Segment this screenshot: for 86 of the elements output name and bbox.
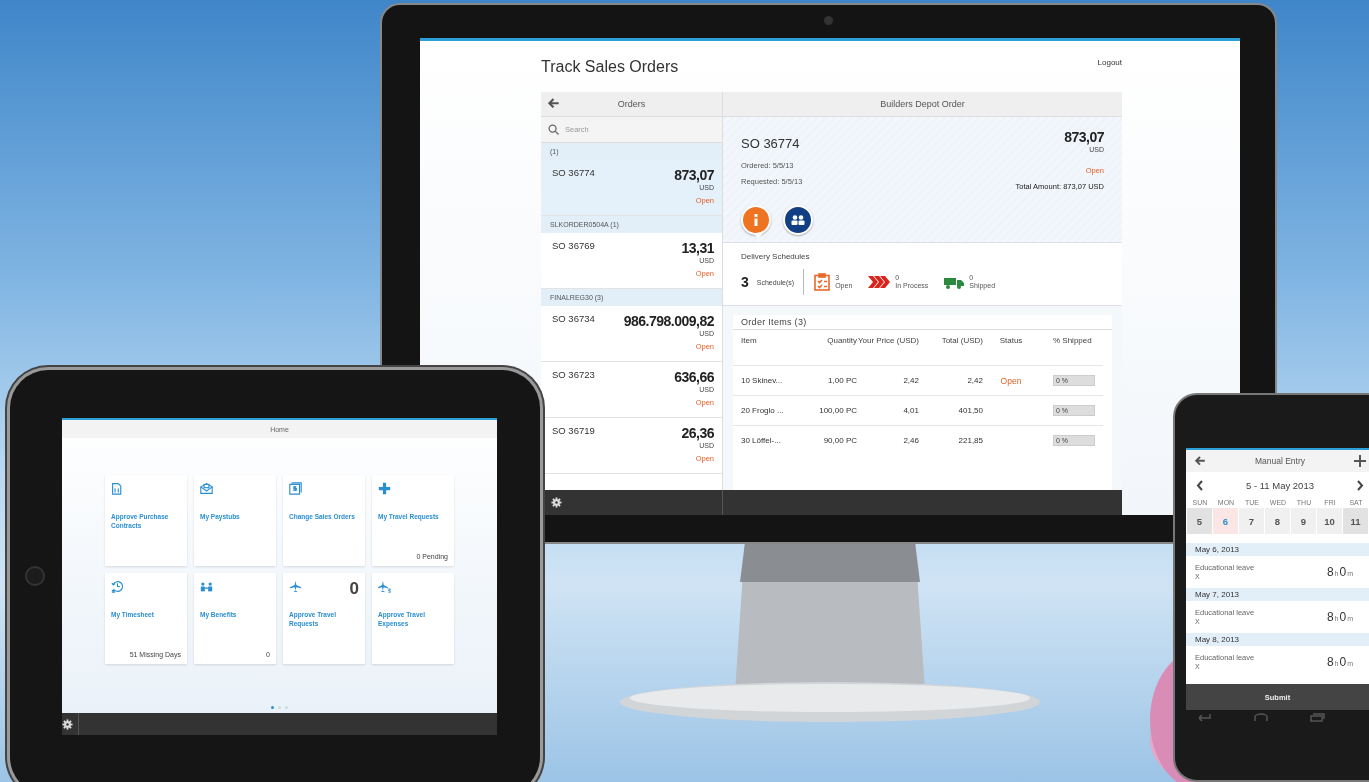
column-header: Total (USD) xyxy=(940,335,983,347)
column-header: Item xyxy=(740,335,758,347)
table-cell: 20 Froglo ... xyxy=(733,395,801,425)
chevron-left-icon xyxy=(1196,479,1203,491)
chevrons-icon xyxy=(868,276,891,288)
date-header: May 8, 2013 xyxy=(1186,633,1369,646)
back-button[interactable] xyxy=(547,98,560,109)
order-id: SO 36719 xyxy=(552,425,595,438)
people-icon xyxy=(200,580,213,593)
page-dot[interactable] xyxy=(271,706,274,709)
panel-title: Orders xyxy=(617,99,646,109)
add-button[interactable] xyxy=(1354,455,1366,467)
order-amount: 636,66 xyxy=(674,369,714,385)
recent-apps-icon xyxy=(1309,713,1325,722)
table-cell: 100,00 PC xyxy=(801,395,857,425)
day-button[interactable]: 9 xyxy=(1291,508,1317,534)
order-id: SO 36769 xyxy=(552,240,595,253)
day-button[interactable]: 8 xyxy=(1265,508,1291,534)
table-cell: 2,42 xyxy=(857,365,919,395)
week-range: 5 - 11 May 2013 xyxy=(1246,479,1314,491)
table-cell: 4,01 xyxy=(857,395,919,425)
hours-value: 8 xyxy=(1326,565,1334,579)
hours-value: 8 xyxy=(1326,655,1334,669)
day-button[interactable]: 11 xyxy=(1343,508,1369,534)
order-amount: 26,36 xyxy=(681,425,714,441)
table-cell: 1,00 PC xyxy=(801,365,857,395)
date-header: May 6, 2013 xyxy=(1186,543,1369,556)
order-amount: 986.798.009,82 xyxy=(623,313,714,329)
column-header: Your Price (USD) xyxy=(857,335,919,347)
column-header: Quantity xyxy=(826,335,857,347)
minutes-value: 0 xyxy=(1339,655,1347,669)
date-header: May 7, 2013 xyxy=(1186,588,1369,601)
day-button[interactable]: 7 xyxy=(1239,508,1265,534)
people-icon xyxy=(791,215,805,225)
contacts-tab[interactable] xyxy=(783,205,813,235)
order-id: SO 36774 xyxy=(741,136,800,153)
previous-week-button[interactable] xyxy=(1196,479,1203,491)
item-status: Open xyxy=(1000,375,1022,386)
table-cell: 90,00 PC xyxy=(801,425,857,455)
section-title: Order Items (3) xyxy=(733,315,1112,330)
home-nav-icon xyxy=(1253,713,1269,722)
order-id: SO 36734 xyxy=(552,313,595,326)
clock-icon xyxy=(111,580,124,593)
page-title: Track Sales Orders xyxy=(541,57,679,76)
truck-icon xyxy=(944,275,965,289)
table-cell: 10 Skinev... xyxy=(733,365,801,395)
dollar-document-icon xyxy=(289,482,302,495)
next-week-button[interactable] xyxy=(1357,479,1364,491)
section-title: Delivery Schedules xyxy=(741,252,811,261)
order-amount: 873,07 xyxy=(1064,129,1104,145)
day-button[interactable]: 5 xyxy=(1187,508,1213,534)
plus-icon xyxy=(1354,455,1366,467)
back-nav-icon xyxy=(1197,713,1213,722)
plus-icon xyxy=(378,482,391,495)
airplane-dollar-icon xyxy=(378,580,391,593)
screen-title: Manual Entry xyxy=(1254,456,1306,466)
order-amount: 13,31 xyxy=(681,240,714,256)
table-cell: 2,42 xyxy=(919,365,983,395)
info-icon xyxy=(753,214,759,226)
airplane-icon xyxy=(289,580,302,593)
chevron-right-icon xyxy=(1357,479,1364,491)
camera-icon xyxy=(824,16,833,25)
table-cell: 221,85 xyxy=(919,425,983,455)
minutes-value: 0 xyxy=(1339,610,1347,624)
minutes-value: 0 xyxy=(1339,565,1347,579)
logout-link[interactable]: Logout xyxy=(1097,58,1122,67)
clipboard-icon xyxy=(814,273,831,291)
hours-value: 8 xyxy=(1326,610,1334,624)
day-button[interactable]: 10 xyxy=(1317,508,1343,534)
schedule-count: 3 xyxy=(741,274,749,290)
order-id: SO 36723 xyxy=(552,369,595,382)
back-arrow-icon xyxy=(1194,456,1206,466)
settings-icon xyxy=(551,497,562,508)
envelope-icon xyxy=(200,482,213,495)
column-header: Status xyxy=(998,335,1024,347)
panel-title: Builders Depot Order xyxy=(880,99,965,109)
table-cell: 30 Löffel-... xyxy=(733,425,801,455)
order-id: SO 36774 xyxy=(552,167,595,180)
table-cell: 2,46 xyxy=(857,425,919,455)
back-button[interactable] xyxy=(1194,456,1206,466)
back-arrow-icon xyxy=(547,98,560,109)
order-amount: 873,07 xyxy=(674,167,714,183)
column-header: % Shipped xyxy=(1052,335,1093,347)
tile-count: 0 xyxy=(349,580,359,597)
search-icon xyxy=(548,124,559,135)
table-cell: 401,50 xyxy=(919,395,983,425)
